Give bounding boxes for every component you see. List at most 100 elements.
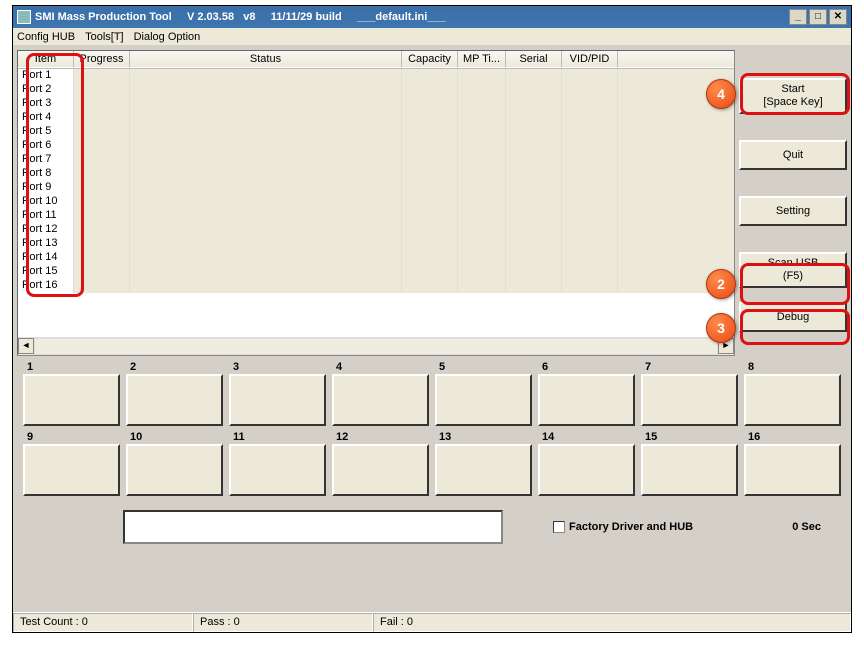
table-row[interactable]: Port 15 [18,265,734,279]
table-row[interactable]: Port 8 [18,167,734,181]
slot-button[interactable] [641,374,738,426]
empty-cell [130,167,402,181]
table-row[interactable]: Port 16 [18,279,734,293]
table-row[interactable]: Port 4 [18,111,734,125]
quit-button[interactable]: Quit [739,140,847,170]
empty-cell [458,153,506,167]
slot-label: 10 [130,431,142,443]
port-name-cell: Port 16 [18,279,74,293]
status-fail: Fail : 0 [373,613,851,632]
table-row[interactable]: Port 13 [18,237,734,251]
slot-button[interactable] [435,374,532,426]
port-name-cell: Port 2 [18,83,74,97]
empty-cell [562,69,618,83]
slot-button[interactable] [744,444,841,496]
empty-cell [130,265,402,279]
slot-button[interactable] [744,374,841,426]
slot-label: 5 [439,361,445,373]
empty-cell [562,209,618,223]
empty-cell [402,223,458,237]
col-serial[interactable]: Serial [506,51,562,68]
maximize-button[interactable]: □ [809,9,827,25]
table-row[interactable]: Port 9 [18,181,734,195]
slot-label: 15 [645,431,657,443]
col-item[interactable]: Item [18,51,74,68]
empty-cell [402,153,458,167]
col-progress[interactable]: Progress [74,51,130,68]
empty-cell [402,97,458,111]
empty-cell [130,223,402,237]
empty-cell [74,209,130,223]
setting-button[interactable]: Setting [739,196,847,226]
empty-cell [506,125,562,139]
scroll-track[interactable] [34,338,718,355]
slot-16: 16 [744,432,841,496]
slot-8: 8 [744,362,841,426]
factory-driver-checkbox[interactable]: Factory Driver and HUB [553,521,693,533]
col-spacer [618,51,734,68]
table-row[interactable]: Port 3 [18,97,734,111]
table-row[interactable]: Port 10 [18,195,734,209]
col-status[interactable]: Status [130,51,402,68]
empty-cell [506,223,562,237]
table-row[interactable]: Port 7 [18,153,734,167]
empty-cell [402,167,458,181]
empty-cell [130,153,402,167]
table-row[interactable]: Port 11 [18,209,734,223]
slot-button[interactable] [23,444,120,496]
empty-cell [74,279,130,293]
table-row[interactable]: Port 5 [18,125,734,139]
start-button[interactable]: Start [Space Key] [739,78,847,114]
empty-cell [506,251,562,265]
empty-cell [74,153,130,167]
slot-label: 9 [27,431,33,443]
h-scrollbar[interactable]: ◄ ► [18,337,734,355]
slot-label: 12 [336,431,348,443]
slot-7: 7 [641,362,738,426]
close-button[interactable]: ✕ [829,9,847,25]
empty-cell [562,139,618,153]
slot-button[interactable] [126,444,223,496]
table-row[interactable]: Port 12 [18,223,734,237]
slot-button[interactable] [332,444,429,496]
scroll-left-icon[interactable]: ◄ [18,338,34,354]
empty-cell [458,209,506,223]
debug-button[interactable]: Debug [739,302,847,332]
col-mp-time[interactable]: MP Ti... [458,51,506,68]
table-row[interactable]: Port 14 [18,251,734,265]
col-vidpid[interactable]: VID/PID [562,51,618,68]
table-row[interactable]: Port 2 [18,83,734,97]
slot-6: 6 [538,362,635,426]
slot-button[interactable] [229,374,326,426]
slot-button[interactable] [538,374,635,426]
empty-cell [506,209,562,223]
col-capacity[interactable]: Capacity [402,51,458,68]
menu-dialog-option[interactable]: Dialog Option [134,31,201,43]
empty-cell [74,223,130,237]
slot-13: 13 [435,432,532,496]
table-row[interactable]: Port 6 [18,139,734,153]
port-name-cell: Port 5 [18,125,74,139]
checkbox-icon[interactable] [553,521,565,533]
slot-button[interactable] [435,444,532,496]
slot-button[interactable] [23,374,120,426]
empty-cell [402,195,458,209]
slot-button[interactable] [538,444,635,496]
empty-cell [506,265,562,279]
minimize-button[interactable]: _ [789,9,807,25]
scan-label-1: Scan USB [741,257,845,270]
empty-cell [506,181,562,195]
slot-14: 14 [538,432,635,496]
slot-button[interactable] [332,374,429,426]
slot-button[interactable] [229,444,326,496]
table-row[interactable]: Port 1 [18,69,734,83]
empty-cell [562,195,618,209]
menu-config-hub[interactable]: Config HUB [17,31,75,43]
start-label-2: [Space Key] [741,96,845,109]
slot-button[interactable] [641,444,738,496]
scan-usb-button[interactable]: Scan USB (F5) [739,252,847,288]
callout-2: 2 [706,269,736,299]
menu-tools[interactable]: Tools[T] [85,31,124,43]
title-build: 11/11/29 build [271,11,342,23]
slot-button[interactable] [126,374,223,426]
